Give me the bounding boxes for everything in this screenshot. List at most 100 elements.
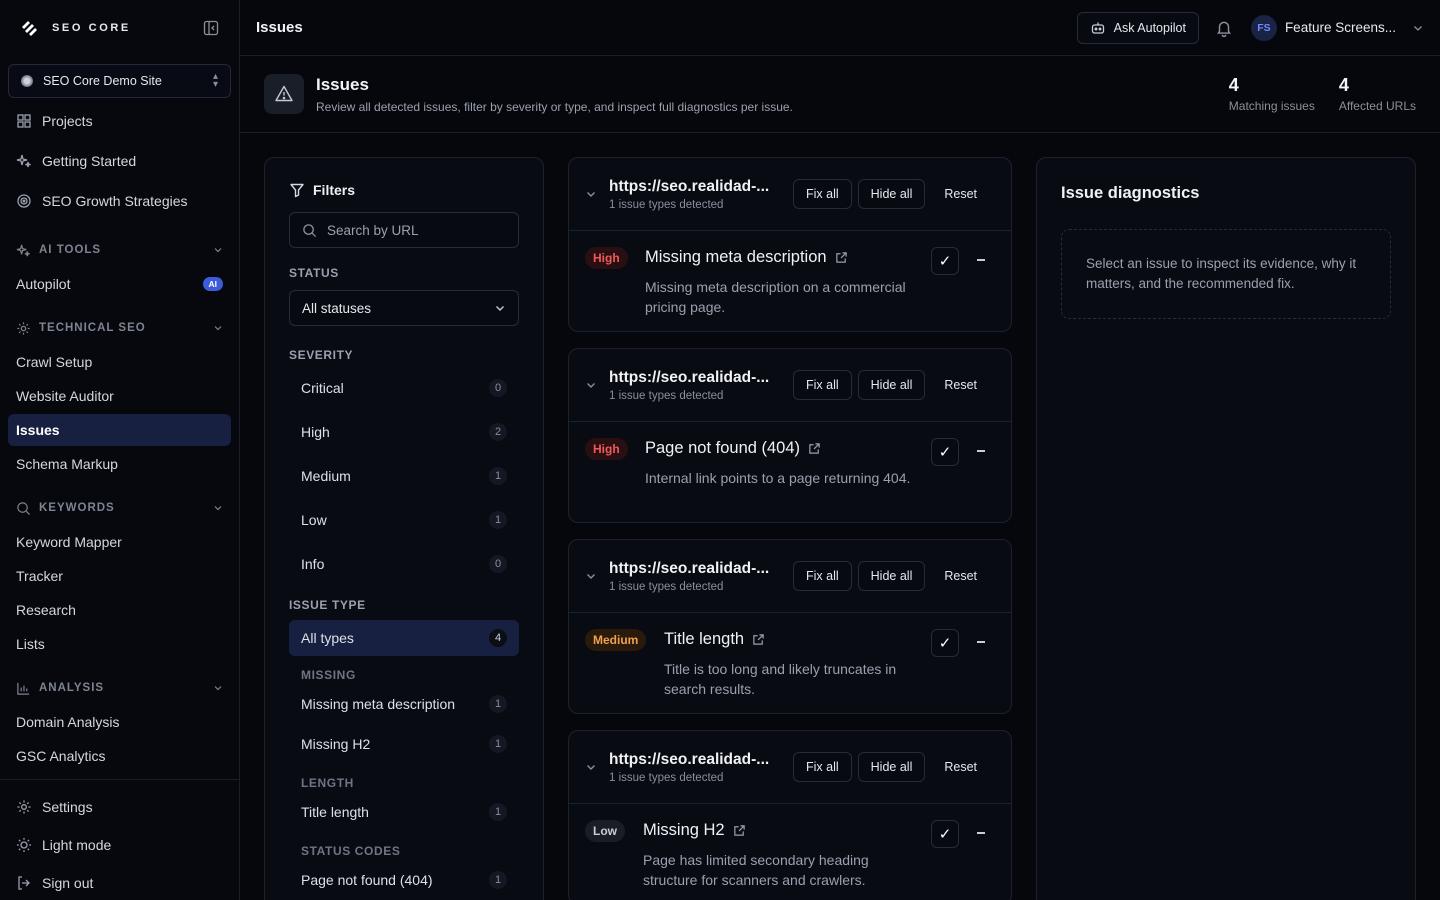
reset-button[interactable]: Reset — [931, 752, 990, 782]
external-link-icon[interactable] — [752, 633, 765, 646]
nav-tracker[interactable]: Tracker — [8, 560, 231, 592]
nav-group-label: KEYWORDS — [39, 502, 115, 514]
fix-all-button[interactable]: Fix all — [793, 752, 852, 782]
stat-value: 4 — [1228, 75, 1239, 95]
severity-badge: Low — [585, 820, 625, 842]
check-icon[interactable]: ✓ — [931, 629, 959, 657]
external-link-icon[interactable] — [808, 442, 821, 455]
nav-gsc-analytics[interactable]: GSC Analytics — [8, 740, 231, 772]
nav-keyword-mapper[interactable]: Keyword Mapper — [8, 526, 231, 558]
issue-row[interactable]: Low Missing H2 Page has limited secondar… — [569, 804, 1011, 900]
issue-row[interactable]: High Missing meta description Missing me… — [569, 231, 1011, 331]
sidebar-collapse-icon[interactable] — [203, 20, 219, 36]
user-menu[interactable]: FS Feature Screens... — [1250, 14, 1424, 41]
minus-icon[interactable] — [977, 450, 985, 452]
chevron-down-icon[interactable] — [585, 188, 597, 200]
nav-group-keywords[interactable]: KEYWORDS — [8, 496, 231, 520]
check-icon[interactable]: ✓ — [931, 438, 959, 466]
filter-icon — [290, 183, 304, 198]
nav-projects[interactable]: Projects — [8, 104, 231, 138]
nav-group-label: ANALYSIS — [39, 682, 105, 694]
minus-icon[interactable] — [977, 641, 985, 643]
nav-label: Getting Started — [42, 153, 137, 169]
nav-seo-growth[interactable]: SEO Growth Strategies — [8, 184, 231, 218]
hide-all-button[interactable]: Hide all — [857, 179, 926, 209]
nav-website-auditor[interactable]: Website Auditor — [8, 380, 231, 412]
nav-issues[interactable]: Issues — [8, 414, 231, 446]
chevron-down-icon[interactable] — [585, 570, 597, 582]
external-link-icon[interactable] — [835, 251, 848, 264]
fix-all-button[interactable]: Fix all — [793, 370, 852, 400]
chevron-down-icon[interactable] — [585, 761, 597, 773]
nav-getting-started[interactable]: Getting Started — [8, 144, 231, 178]
warning-icon-box — [264, 74, 304, 114]
warning-icon — [275, 85, 293, 102]
fix-all-button[interactable]: Fix all — [793, 561, 852, 591]
filter-label: Page not found (404) — [301, 872, 433, 888]
filter-count: 2 — [489, 423, 507, 441]
severity-medium[interactable]: Medium 1 — [289, 454, 519, 498]
site-selector[interactable]: SEO Core Demo Site ▴ ▾ — [8, 64, 231, 98]
issue-type-all[interactable]: All types 4 — [289, 620, 519, 656]
nav-group-technical-seo[interactable]: TECHNICAL SEO — [8, 316, 231, 340]
severity-info[interactable]: Info 0 — [289, 542, 519, 586]
nav-group-ai-tools[interactable]: AI TOOLS — [8, 238, 231, 262]
url-block: https://seo.realidad-... 1 issue types d… — [609, 178, 787, 211]
bell-icon[interactable] — [1215, 19, 1233, 37]
status-value: All statuses — [302, 300, 372, 316]
nav-sign-out[interactable]: Sign out — [8, 866, 231, 900]
severity-low[interactable]: Low 1 — [289, 498, 519, 542]
check-icon[interactable]: ✓ — [931, 247, 959, 275]
issue-type-404[interactable]: Page not found (404) 1 — [289, 860, 519, 900]
nav-group-analysis[interactable]: ANALYSIS — [8, 676, 231, 700]
filter-count: 1 — [489, 467, 507, 485]
severity-critical[interactable]: Critical 0 — [289, 366, 519, 410]
issue-type-title-length[interactable]: Title length 1 — [289, 792, 519, 832]
filter-label: Title length — [301, 804, 369, 820]
fix-all-button[interactable]: Fix all — [793, 179, 852, 209]
url-block: https://seo.realidad-... 1 issue types d… — [609, 751, 787, 784]
issue-url[interactable]: https://seo.realidad-... — [609, 560, 787, 578]
issues-list: https://seo.realidad-... 1 issue types d… — [568, 157, 1012, 900]
search-box[interactable] — [289, 212, 519, 248]
issue-url[interactable]: https://seo.realidad-... — [609, 178, 787, 196]
issue-row[interactable]: Medium Title length Title is too long an… — [569, 613, 1011, 713]
search-icon — [303, 223, 317, 237]
reset-button[interactable]: Reset — [931, 561, 990, 591]
minus-icon[interactable] — [977, 832, 985, 834]
bot-icon — [1091, 22, 1104, 34]
issue-title: Page not found (404) — [645, 439, 821, 458]
nav-schema-markup[interactable]: Schema Markup — [8, 448, 231, 480]
check-icon[interactable]: ✓ — [931, 820, 959, 848]
filter-label: Missing meta description — [301, 696, 456, 712]
hide-all-button[interactable]: Hide all — [857, 561, 926, 591]
issue-type-missing-h2[interactable]: Missing H2 1 — [289, 724, 519, 764]
sign-out-icon — [18, 876, 30, 890]
app-root: SEO CORE SEO Core Demo Site ▴ ▾ Projects … — [0, 0, 1440, 900]
reset-button[interactable]: Reset — [931, 370, 990, 400]
chevron-down-icon[interactable] — [585, 379, 597, 391]
reset-button[interactable]: Reset — [931, 179, 990, 209]
issue-url[interactable]: https://seo.realidad-... — [609, 751, 787, 769]
issue-row[interactable]: High Page not found (404) Internal link … — [569, 422, 1011, 522]
nav-lists[interactable]: Lists — [8, 628, 231, 660]
nav-research[interactable]: Research — [8, 594, 231, 626]
issue-card: https://seo.realidad-... 1 issue types d… — [568, 539, 1012, 714]
hide-all-button[interactable]: Hide all — [857, 370, 926, 400]
severity-high[interactable]: High 2 — [289, 410, 519, 454]
external-link-icon[interactable] — [733, 824, 746, 837]
issue-title: Missing meta description — [645, 248, 848, 267]
issue-type-missing-meta[interactable]: Missing meta description 1 — [289, 684, 519, 724]
hide-all-button[interactable]: Hide all — [857, 752, 926, 782]
nav-settings[interactable]: Settings — [8, 790, 231, 824]
nav-autopilot[interactable]: Autopilot AI — [8, 268, 231, 300]
nav-label: Domain Analysis — [16, 714, 120, 730]
search-input[interactable] — [327, 222, 497, 238]
issue-url[interactable]: https://seo.realidad-... — [609, 369, 787, 387]
nav-domain-analysis[interactable]: Domain Analysis — [8, 706, 231, 738]
minus-icon[interactable] — [977, 259, 985, 261]
status-select[interactable]: All statuses — [289, 290, 519, 326]
nav-light-mode[interactable]: Light mode — [8, 828, 231, 862]
nav-crawl-setup[interactable]: Crawl Setup — [8, 346, 231, 378]
ask-autopilot-button[interactable]: Ask Autopilot — [1076, 11, 1199, 44]
